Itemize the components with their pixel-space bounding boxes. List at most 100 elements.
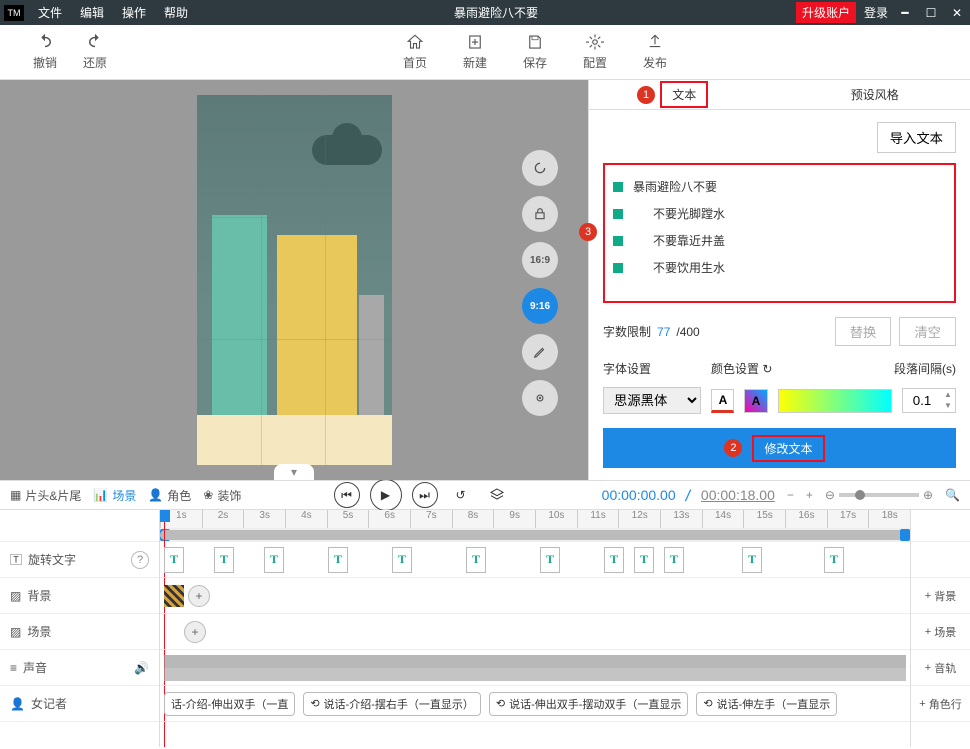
clear-button[interactable]: 清空	[899, 317, 956, 346]
text-clip[interactable]: T	[328, 547, 348, 573]
config-button[interactable]: 配置	[570, 33, 620, 71]
text-clip[interactable]: T	[164, 547, 184, 573]
audio-waveform[interactable]	[164, 655, 906, 681]
spacing-up-icon[interactable]: ▲	[941, 390, 955, 401]
tab-scene[interactable]: 📊 场景	[93, 487, 136, 504]
ratio-169-button[interactable]: 16:9	[522, 242, 558, 278]
tab-clips[interactable]: ▦ 片头&片尾	[10, 487, 81, 504]
prev-button[interactable]: ⏮	[334, 482, 360, 508]
list-item[interactable]: 暴雨避险八不要	[613, 173, 946, 200]
add-audio-track-button[interactable]: + 音轨	[911, 650, 970, 686]
track-audio-label[interactable]: ≡ 声音🔊	[0, 650, 159, 686]
time-plus-button[interactable]: +	[806, 488, 813, 502]
text-clip[interactable]: T	[604, 547, 624, 573]
spacing-input[interactable]: ▲▼	[902, 388, 956, 413]
redo-button[interactable]: 还原	[70, 33, 120, 71]
text-clip[interactable]: T	[466, 547, 486, 573]
track-text[interactable]: T T T T T T T T T T T T	[160, 542, 910, 578]
color-swatch[interactable]	[778, 389, 892, 413]
modify-text-button[interactable]: 2 修改文本	[603, 428, 956, 468]
track-reporter-label[interactable]: 👤 女记者	[0, 686, 159, 722]
list-item-text: 暴雨避险八不要	[633, 178, 717, 195]
replace-button[interactable]: 替换	[835, 317, 892, 346]
zoom-in-icon[interactable]: ⊕	[923, 488, 933, 502]
timeline-ruler[interactable]: 1s2s3s4s5s6s7s8s9s10s11s12s13s14s15s16s1…	[160, 510, 910, 528]
speech-clip[interactable]: ⟲ 说话-介绍-摆右手（一直显示）	[303, 692, 481, 716]
lock-button[interactable]	[522, 196, 558, 232]
list-item[interactable]: 不要光脚蹚水	[613, 200, 946, 227]
new-button[interactable]: 新建	[450, 33, 500, 71]
text-clip[interactable]: T	[392, 547, 412, 573]
text-list[interactable]: 暴雨避险八不要 不要光脚蹚水 不要靠近井盖 不要饮用生水	[603, 163, 956, 303]
save-button[interactable]: 保存	[510, 33, 560, 71]
save-label: 保存	[523, 54, 547, 71]
duration-link[interactable]: 00:00:18.00	[701, 487, 775, 503]
list-item[interactable]: 不要靠近井盖	[613, 227, 946, 254]
speech-clip[interactable]: ⟲ 说话-伸出双手-摆动双手（一直显示	[489, 692, 689, 716]
zoom-out-icon[interactable]: ⊖	[825, 488, 835, 502]
canvas-expand-button[interactable]: ▾	[274, 464, 314, 480]
spacing-down-icon[interactable]: ▼	[941, 401, 955, 412]
import-text-button[interactable]: 导入文本	[877, 122, 956, 153]
add-bg-track-button[interactable]: + 背景	[911, 578, 970, 614]
speech-clip[interactable]: ⟲ 说话-伸左手（一直显示	[696, 692, 837, 716]
track-audio[interactable]	[160, 650, 910, 686]
layers-button[interactable]	[484, 482, 510, 508]
text-color-multi-button[interactable]: A	[744, 389, 767, 413]
minimize-icon[interactable]: ━	[896, 4, 914, 22]
gear-icon	[586, 33, 604, 51]
track-text-label[interactable]: 🅃 旋转文字?	[0, 542, 159, 578]
zoom-slider[interactable]	[839, 493, 919, 497]
next-button[interactable]: ⏭	[412, 482, 438, 508]
menu-help[interactable]: 帮助	[156, 1, 196, 24]
menu-file[interactable]: 文件	[30, 1, 70, 24]
login-button[interactable]: 登录	[864, 4, 888, 21]
spacing-value[interactable]	[903, 389, 941, 412]
time-minus-button[interactable]: −	[787, 488, 794, 502]
text-color-button[interactable]: A	[711, 389, 734, 413]
home-button[interactable]: 首页	[390, 33, 440, 71]
timeline-scrollbar[interactable]	[160, 528, 910, 542]
add-scene-clip-button[interactable]: +	[184, 621, 206, 643]
track-bg-label[interactable]: ▨ 背景	[0, 578, 159, 614]
text-clip[interactable]: T	[664, 547, 684, 573]
tab-role[interactable]: 👤 角色	[148, 487, 191, 504]
tab-decor[interactable]: ❀ 装饰	[203, 487, 241, 504]
text-clip[interactable]: T	[540, 547, 560, 573]
upgrade-button[interactable]: 升级账户	[796, 2, 856, 23]
track-text-help-icon[interactable]: ?	[131, 551, 149, 569]
tab-preset[interactable]: 预设风格	[780, 80, 970, 109]
text-clip[interactable]: T	[264, 547, 284, 573]
canvas-area[interactable]: 16:9 9:16 ▾	[0, 80, 588, 480]
play-button[interactable]: ▶	[370, 479, 402, 511]
speech-clip[interactable]: 话-介绍-伸出双手（一直	[164, 692, 295, 716]
refresh-button[interactable]	[522, 150, 558, 186]
track-reporter[interactable]: 话-介绍-伸出双手（一直 ⟲ 说话-介绍-摆右手（一直显示） ⟲ 说话-伸出双手…	[160, 686, 910, 722]
tab-text[interactable]: 1 文本	[589, 80, 780, 109]
track-bg[interactable]: +	[160, 578, 910, 614]
undo-button[interactable]: 撤销	[20, 33, 70, 71]
text-clip[interactable]: T	[824, 547, 844, 573]
ratio-916-button[interactable]: 9:16	[522, 288, 558, 324]
text-clip[interactable]: T	[634, 547, 654, 573]
add-role-track-button[interactable]: + 角色行	[911, 686, 970, 722]
zoom-fit-icon[interactable]: 🔍	[945, 488, 960, 502]
add-scene-track-button[interactable]: + 场景	[911, 614, 970, 650]
bg-clip[interactable]	[164, 585, 184, 607]
edit-canvas-button[interactable]	[522, 334, 558, 370]
maximize-icon[interactable]: ☐	[922, 4, 940, 22]
text-clip[interactable]: T	[214, 547, 234, 573]
add-bg-clip-button[interactable]: +	[188, 585, 210, 607]
font-select[interactable]: 思源黑体	[603, 387, 701, 414]
track-scene[interactable]: +	[160, 614, 910, 650]
speaker-icon[interactable]: 🔊	[134, 661, 149, 675]
loop-button[interactable]: ↺	[448, 482, 474, 508]
text-clip[interactable]: T	[742, 547, 762, 573]
list-item[interactable]: 不要饮用生水	[613, 254, 946, 281]
menu-edit[interactable]: 编辑	[72, 1, 112, 24]
track-scene-label[interactable]: ▨ 场景	[0, 614, 159, 650]
menu-action[interactable]: 操作	[114, 1, 154, 24]
publish-button[interactable]: 发布	[630, 33, 680, 71]
close-icon[interactable]: ✕	[948, 4, 966, 22]
settings-canvas-button[interactable]	[522, 380, 558, 416]
